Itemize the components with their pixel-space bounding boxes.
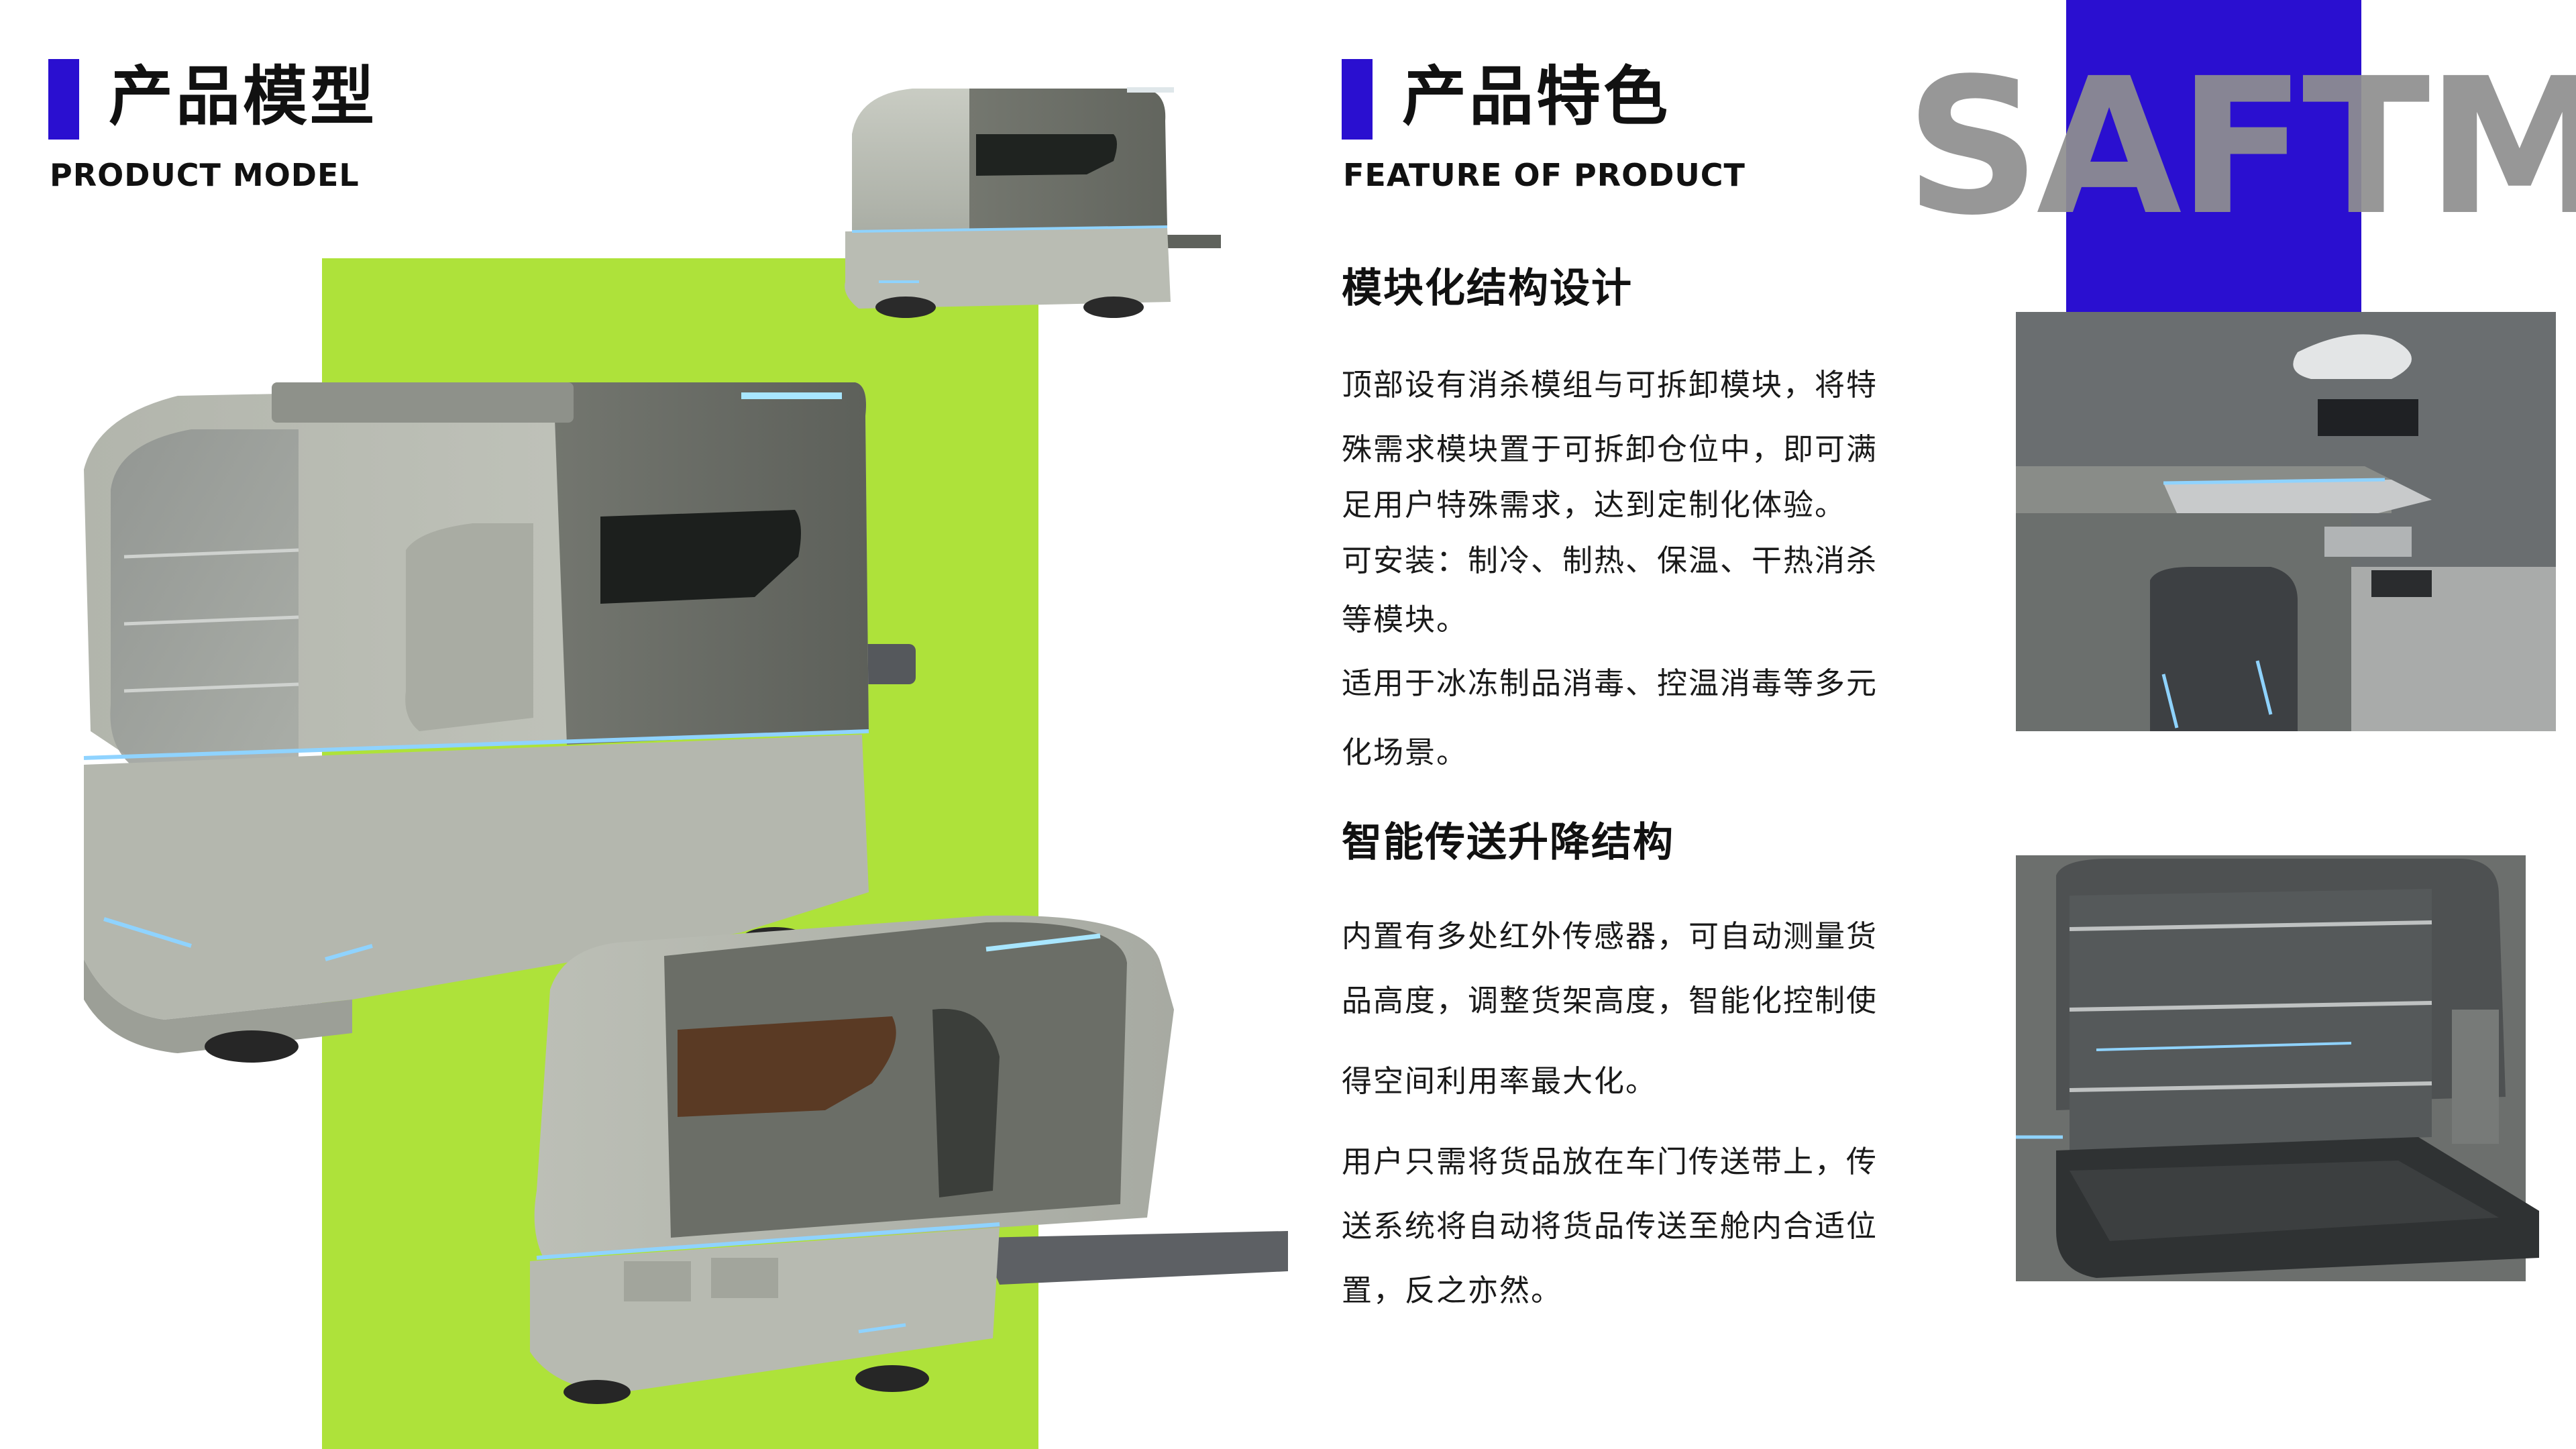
- feature-line: 置，反之亦然。: [1342, 1273, 1563, 1308]
- section-title-model: 产品模型: [109, 59, 377, 134]
- section-marker: [1342, 59, 1373, 140]
- section-subtitle-feature: FEATURE OF PRODUCT: [1343, 157, 1746, 193]
- feature-line: 等模块。: [1342, 602, 1468, 637]
- feature-heading: 模块化结构设计: [1342, 265, 1633, 312]
- feature-line: 可安装：制冷、制热、保温、干热消杀: [1342, 543, 1878, 578]
- feature-line: 顶部设有消杀模组与可拆卸模块，将特: [1342, 367, 1878, 402]
- feature-line: 殊需求模块置于可拆卸仓位中，即可满: [1342, 431, 1878, 467]
- feature-line: 得空间利用率最大化。: [1342, 1063, 1658, 1099]
- brand-logo-text: SAFTMI: [1905, 38, 2576, 257]
- feature-line: 送系统将自动将货品传送至舱内合适位: [1342, 1208, 1878, 1244]
- feature-paragraph: 顶部设有消杀模组与可拆卸模块，将特 殊需求模块置于可拆卸仓位中，即可满 足用户特…: [1342, 353, 1905, 785]
- vehicle-render-top: [845, 87, 1221, 318]
- vehicle-render-side: [530, 915, 1288, 1404]
- feature-line: 适用于冰冻制品消毒、控温消毒等多元: [1342, 665, 1878, 701]
- feature-line: 化场景。: [1342, 735, 1468, 770]
- detail-image-shelf-interior: [2016, 855, 2549, 1281]
- section-title-feature: 产品特色: [1402, 59, 1670, 134]
- section-subtitle-model: PRODUCT MODEL: [50, 157, 360, 193]
- feature-line: 内置有多处红外传感器，可自动测量货: [1342, 918, 1878, 954]
- feature-line: 用户只需将货品放在车门传送带上，传: [1342, 1144, 1878, 1179]
- feature-paragraph: 内置有多处红外传感器，可自动测量货 品高度，调整货架高度，智能化控制使 得空间利…: [1342, 904, 1905, 1323]
- feature-line: 足用户特殊需求，达到定制化体验。: [1342, 487, 1847, 523]
- detail-image-top-module: [2016, 312, 2556, 731]
- section-marker: [48, 59, 79, 140]
- feature-heading: 智能传送升降结构: [1342, 819, 1674, 866]
- feature-line: 品高度，调整货架高度，智能化控制使: [1342, 983, 1878, 1018]
